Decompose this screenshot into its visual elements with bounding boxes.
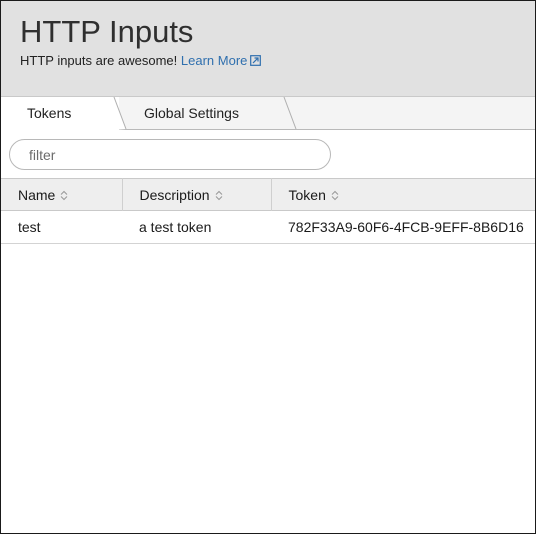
tab-tokens-label: Tokens (27, 105, 72, 121)
column-header-description[interactable]: Description (122, 178, 272, 211)
tab-tokens[interactable]: Tokens (1, 97, 119, 130)
column-description-label: Description (139, 186, 210, 203)
column-token-label: Token (288, 186, 326, 203)
sort-icon (60, 190, 68, 200)
page-title: HTTP Inputs (20, 14, 194, 49)
column-name-label: Name (18, 186, 56, 203)
column-header-name[interactable]: Name (1, 178, 123, 211)
cell-description: a test token (139, 219, 212, 235)
column-header-token[interactable]: Token (271, 179, 535, 211)
sort-icon (331, 190, 339, 200)
tokens-table: Name Description Token test a test token… (1, 178, 535, 244)
tab-divider (283, 97, 297, 130)
filter-row (1, 130, 535, 178)
tab-global-settings-label: Global Settings (144, 105, 239, 121)
tab-bar: Tokens Global Settings (1, 97, 535, 130)
table-row[interactable]: test a test token 782F33A9-60F6-4FCB-9EF… (1, 211, 535, 244)
cell-token: 782F33A9-60F6-4FCB-9EFF-8B6D16 (288, 219, 524, 235)
page-header: HTTP Inputs HTTP inputs are awesome! Lea… (1, 1, 535, 97)
learn-more-label: Learn More (180, 53, 248, 68)
table-header-row: Name Description Token (1, 178, 535, 211)
cell-name: test (18, 219, 41, 235)
app-frame: HTTP Inputs HTTP inputs are awesome! Lea… (0, 0, 536, 534)
subtitle-text: HTTP inputs are awesome! (20, 53, 178, 68)
external-link-icon (250, 55, 262, 66)
tab-global-settings[interactable]: Global Settings (119, 97, 287, 129)
sort-icon (215, 190, 222, 200)
filter-input[interactable] (9, 139, 331, 170)
learn-more-link[interactable]: Learn More (180, 53, 262, 68)
page-subtitle: HTTP inputs are awesome! Learn More (20, 53, 535, 69)
